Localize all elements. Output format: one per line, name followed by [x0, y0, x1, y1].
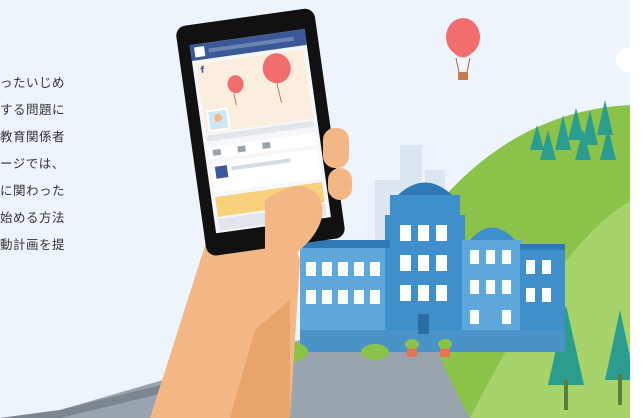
- finger: [328, 168, 352, 200]
- article-line: する問題に: [0, 102, 66, 117]
- article-line: 教育関係者: [0, 129, 66, 144]
- finger: [323, 128, 349, 168]
- article-line: 始める方法: [0, 210, 66, 225]
- illustration-scene: f: [0, 0, 644, 418]
- article-line: 動計画を提: [0, 237, 66, 252]
- article-line: ったいじめ: [0, 75, 66, 90]
- article-line: に関わった: [0, 183, 66, 198]
- article-line: ージでは、: [0, 156, 65, 171]
